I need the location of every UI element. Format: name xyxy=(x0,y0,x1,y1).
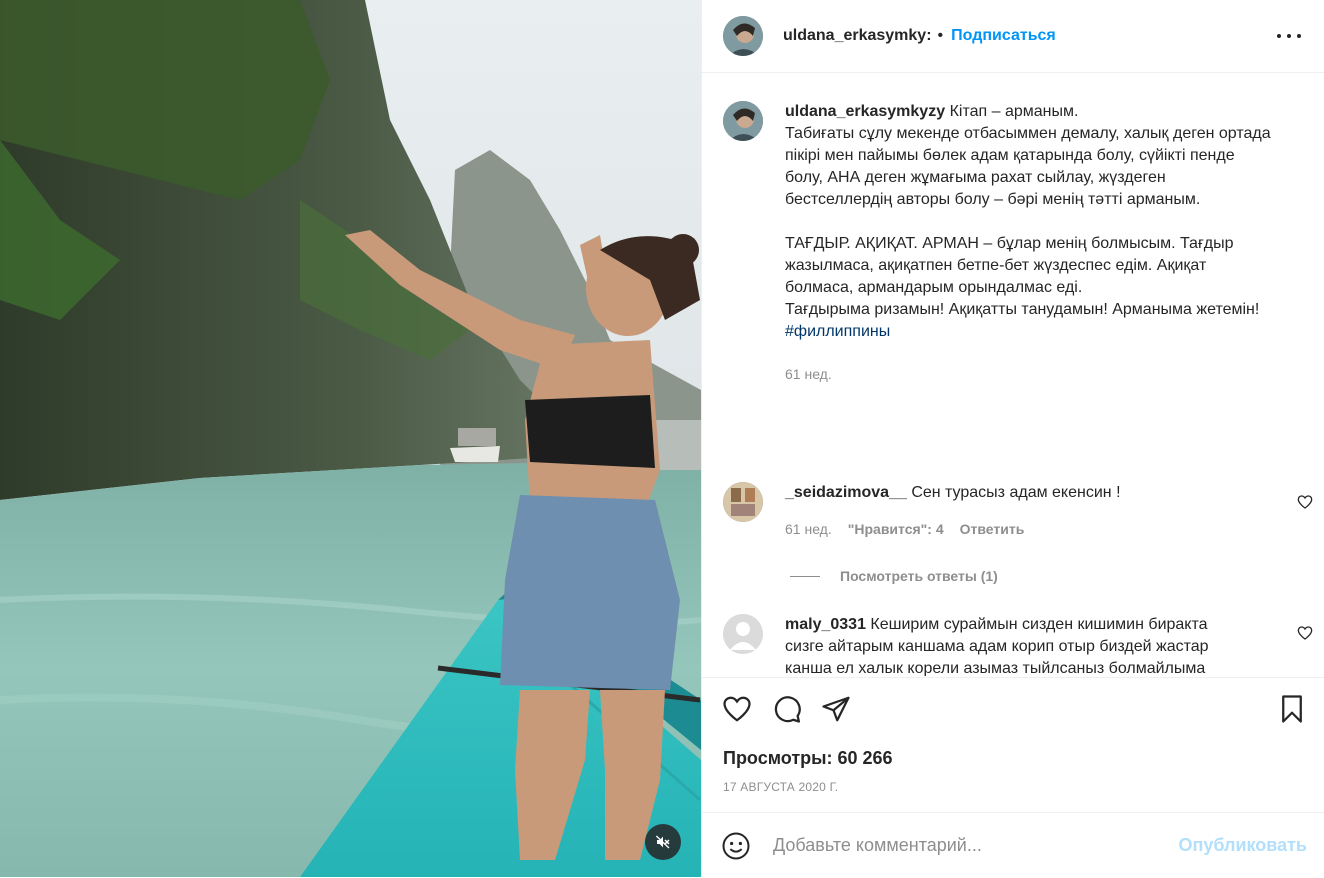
comment-text: Сен турасыз адам екенсин ! xyxy=(911,484,1121,501)
post-side-panel: uldana_erkasymky: • Подписаться uldana_e… xyxy=(701,0,1324,877)
comment-time[interactable]: 61 нед. xyxy=(785,518,832,540)
caption-title: Кітап – арманым. xyxy=(949,103,1079,120)
post-video[interactable] xyxy=(0,0,701,877)
bookmark-icon[interactable] xyxy=(1277,694,1307,724)
like-heart-icon[interactable] xyxy=(722,694,752,724)
comment-text-line: _seidazimova__ Сен турасыз адам екенсин … xyxy=(785,482,1285,504)
author-avatar[interactable] xyxy=(723,16,763,56)
caption-avatar-image xyxy=(723,101,763,141)
comment-text-line: сизге айтарым каншама адам корип отыр би… xyxy=(785,638,1209,655)
comment-item: maly_0331 Кеширим сураймын сизден кишими… xyxy=(723,614,1313,676)
caption-author-avatar[interactable] xyxy=(723,101,763,141)
post-date[interactable]: 17 АВГУСТА 2020 Г. xyxy=(723,780,838,794)
caption-time[interactable]: 61 нед. xyxy=(785,363,1315,385)
view-replies-label: Посмотреть ответы (1) xyxy=(840,568,998,584)
emoji-icon[interactable] xyxy=(721,831,751,861)
follow-button[interactable]: Подписаться xyxy=(951,27,1056,45)
more-options-icon[interactable] xyxy=(1277,24,1301,48)
header-separator: • xyxy=(937,27,944,44)
comments-list[interactable]: uldana_erkasymkyzy Кітап – арманым. Таби… xyxy=(702,73,1324,676)
caption-paragraph-gap xyxy=(785,211,1315,233)
mute-button[interactable] xyxy=(645,824,681,860)
caption-line: бестселлердің авторы болу – бәрі менің т… xyxy=(785,191,1201,208)
views-count[interactable]: Просмотры: 60 266 xyxy=(723,748,893,769)
commenter-avatar-image xyxy=(723,482,763,522)
post-dialog: uldana_erkasymky: • Подписаться uldana_e… xyxy=(0,0,1324,877)
commenter-avatar[interactable] xyxy=(723,482,763,522)
comment-text-line: канша ел халык корели азымаз тыйлсаныз б… xyxy=(785,660,1206,676)
caption-line: жазылмаса, ақиқатпен бетпе-бет жүздеспес… xyxy=(785,257,1207,274)
caption-line: пікірі мен пайымы бөлек адам қатарында б… xyxy=(785,147,1235,164)
comment-item: _seidazimova__ Сен турасыз адам екенсин … xyxy=(723,482,1313,540)
comment-like-heart-icon[interactable] xyxy=(1297,494,1313,510)
comment-username[interactable]: maly_0331 xyxy=(785,616,866,633)
action-icons xyxy=(702,678,1324,740)
comment-text: Кеширим сураймын сизден кишимин биракта xyxy=(870,616,1208,633)
publish-button[interactable]: Опубликовать xyxy=(1178,835,1307,856)
add-comment-form: Опубликовать xyxy=(702,812,1324,878)
share-paper-plane-icon[interactable] xyxy=(821,694,851,724)
video-frame-image xyxy=(0,0,701,877)
caption-line: Тағдырыма ризамын! Ақиқатты танудамын! А… xyxy=(785,301,1260,318)
comment-likes[interactable]: "Нравится": 4 xyxy=(848,518,944,540)
comment-text-line: maly_0331 Кеширим сураймын сизден кишими… xyxy=(785,614,1285,636)
view-replies-rule xyxy=(790,575,820,577)
reply-button[interactable]: Ответить xyxy=(960,518,1025,540)
commenter-avatar[interactable] xyxy=(723,614,763,654)
post-action-bar: Просмотры: 60 266 17 АВГУСТА 2020 Г. xyxy=(702,677,1324,794)
post-caption: uldana_erkasymkyzy Кітап – арманым. Таби… xyxy=(723,101,1315,385)
speaker-muted-icon xyxy=(655,835,670,849)
caption-line: ТАҒДЫР. АҚИҚАТ. АРМАН – бұлар менің болм… xyxy=(785,235,1234,252)
caption-line: болмаса, армандарым орындалмас еді. xyxy=(785,279,1083,296)
caption-first-line: uldana_erkasymkyzy Кітап – арманым. xyxy=(785,101,1315,123)
caption-username[interactable]: uldana_erkasymkyzy xyxy=(785,103,945,120)
comment-username[interactable]: _seidazimova__ xyxy=(785,484,907,501)
comment-bubble-icon[interactable] xyxy=(772,694,802,724)
comment-input[interactable] xyxy=(771,834,1155,857)
default-avatar-icon xyxy=(723,614,763,654)
author-username[interactable]: uldana_erkasymky: xyxy=(783,27,932,45)
caption-hashtag[interactable]: #филлиппины xyxy=(785,321,1315,343)
comment-like-heart-icon[interactable] xyxy=(1297,625,1313,641)
comment-actions: 61 нед. "Нравится": 4 Ответить xyxy=(785,518,1285,540)
author-avatar-image xyxy=(723,16,763,56)
view-replies-button[interactable]: Посмотреть ответы (1) xyxy=(790,568,998,584)
post-header: uldana_erkasymky: • Подписаться xyxy=(702,0,1324,73)
caption-line: Табиғаты сұлу мекенде отбасыммен демалу,… xyxy=(785,125,1271,142)
caption-line: болу, АНА деген жұмағыма рахат сыйлау, ж… xyxy=(785,169,1166,186)
